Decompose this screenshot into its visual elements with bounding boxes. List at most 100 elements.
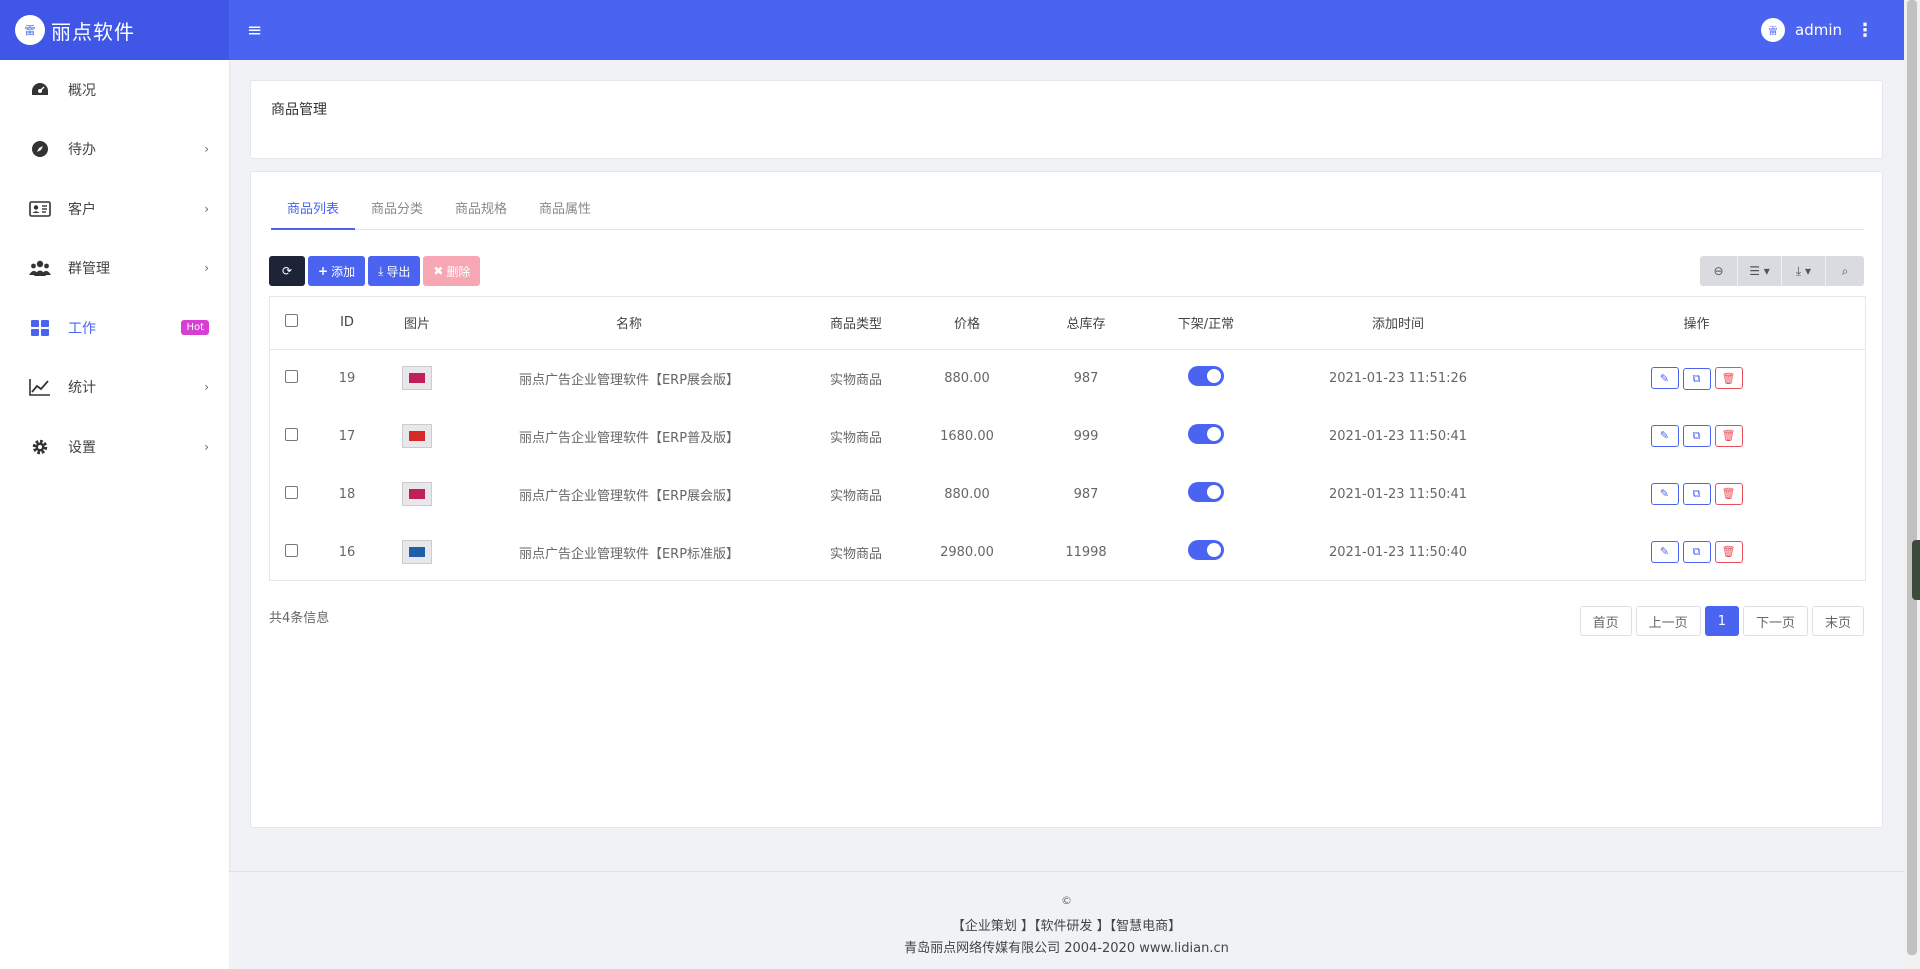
row-select-cell [270,465,312,523]
avatar[interactable]: 雷 [1761,18,1785,42]
row-checkbox[interactable] [284,485,298,499]
copy-icon[interactable]: ⧉ [1682,367,1711,390]
column-header-status[interactable]: 下架/正常 [1144,297,1268,350]
edit-icon[interactable]: ✎ [1650,540,1679,563]
cell-time: 2021-01-23 11:50:40 [1328,544,1468,560]
edit-icon[interactable]: ✎ [1650,424,1679,447]
thumbnail-mark [409,431,425,441]
refresh-button[interactable]: ⟳ [269,256,305,286]
sidebar-item-settings[interactable]: 设置 › [0,417,229,477]
prev-page-button[interactable]: 上一页 [1635,606,1701,636]
column-header-stock[interactable]: 总库存 [1028,297,1144,350]
sidebar-item-label: 工作 [68,320,96,337]
copy-icon[interactable]: ⧉ [1682,483,1711,506]
scrollbar-thumb[interactable] [1907,0,1917,955]
sidebar-item-overview[interactable]: 概况 [0,60,229,120]
cell-status [1144,349,1268,407]
copy-icon[interactable]: ⧉ [1682,541,1711,564]
page-number-button[interactable]: 1 [1704,606,1739,636]
page-scrollbar[interactable] [1904,0,1920,969]
trash-icon[interactable]: 🗑 [1714,540,1743,563]
column-header-type[interactable]: 商品类型 [806,297,906,350]
trash-icon[interactable]: 🗑 [1714,424,1743,447]
delete-button-label: 删除 [446,264,471,279]
table-header-row: ID 图片 名称 商品类型 价格 总库存 下架/正常 添加时间 操作 [270,297,1865,350]
cell-price: 880.00 [944,370,990,386]
row-checkbox[interactable] [284,427,298,441]
sidebar-item-customer[interactable]: 客户 › [0,179,229,239]
column-header-actions: 操作 [1528,297,1865,350]
sidebar-item-work[interactable]: 工作 Hot [0,298,229,358]
column-header-name[interactable]: 名称 [452,297,806,350]
cell-name: 丽点广告企业管理软件【ERP标准版】 [518,546,740,562]
line-chart-icon [29,376,51,398]
product-thumbnail[interactable] [402,366,432,391]
trash-icon[interactable]: 🗑 [1714,482,1743,505]
cell-actions: ✎ ⧉ 🗑 [1528,523,1865,581]
cell-actions: ✎ ⧉ 🗑 [1528,349,1865,407]
sidebar-item-todo[interactable]: 待办 › [0,120,229,180]
tab-product-list[interactable]: 商品列表 [271,190,356,230]
brand[interactable]: 雷 丽点软件 [0,0,229,60]
column-header-price[interactable]: 价格 [906,297,1028,350]
footer-company: 青岛丽点网络传媒有限公司 2004-2020 www.lidian.cn [904,941,1229,956]
select-all-checkbox[interactable] [284,314,298,328]
status-toggle[interactable] [1188,424,1224,444]
footer: © 【企业策划 】【软件研发 】【智慧电商】 青岛丽点网络传媒有限公司 2004… [229,871,1904,969]
group-icon [29,257,51,279]
first-page-button[interactable]: 首页 [1579,606,1632,636]
cell-name: 丽点广告企业管理软件【ERP展会版】 [518,488,740,504]
copy-icon[interactable]: ⧉ [1682,425,1711,448]
cell-name: 丽点广告企业管理软件【ERP展会版】 [518,372,740,388]
tab-product-attribute[interactable]: 商品属性 [523,190,607,230]
sidebar-item-label: 群管理 [68,261,110,278]
user-name[interactable]: admin [1795,21,1842,39]
grid-icon [29,317,51,339]
export-menu-button[interactable]: ⤓ ▾ [1782,256,1826,286]
column-header-time[interactable]: 添加时间 [1268,297,1528,350]
row-select-cell [270,407,312,465]
toggle-view-button[interactable]: ⊖ [1700,256,1738,286]
tab-product-spec[interactable]: 商品规格 [439,190,523,230]
top-bar: 雷 丽点软件 ≡ 雷 admin ⋮ [0,0,1904,60]
column-header-id[interactable]: ID [312,297,382,350]
tab-product-category[interactable]: 商品分类 [355,190,439,230]
brand-logo: 雷 [15,15,45,45]
edit-icon[interactable]: ✎ [1650,482,1679,505]
search-button[interactable]: ⌕ [1826,256,1864,286]
trash-icon[interactable]: 🗑 [1714,367,1743,389]
product-thumbnail[interactable] [402,424,432,448]
cell-type: 实物商品 [829,488,882,504]
add-button[interactable]: + 添加 [308,256,366,286]
user-menu[interactable]: 雷 admin ⋮ [1761,18,1904,42]
cell-stock: 999 [1073,428,1099,444]
last-page-button[interactable]: 末页 [1811,606,1864,636]
cell-actions: ✎ ⧉ 🗑 [1528,407,1865,465]
id-card-icon [29,198,51,220]
product-thumbnail[interactable] [402,540,432,564]
status-toggle[interactable] [1188,482,1224,502]
copyright-symbol: © [1061,894,1072,907]
menu-toggle-icon[interactable]: ≡ [247,20,262,41]
toggle-icon: ⊖ [1713,264,1724,278]
product-thumbnail[interactable] [402,482,432,506]
table-row: 19 丽点广告企业管理软件【ERP展会版】 实物商品 880.00 987 20… [270,349,1865,407]
status-toggle[interactable] [1188,366,1224,387]
sidebar-item-group[interactable]: 群管理 › [0,239,229,299]
export-button[interactable]: ⤓ 导出 [368,256,421,286]
next-page-button[interactable]: 下一页 [1742,606,1808,636]
thumbnail-mark [409,489,425,499]
row-checkbox[interactable] [284,543,298,557]
side-drawer-handle[interactable] [1912,540,1920,600]
edit-icon[interactable]: ✎ [1650,367,1679,389]
cell-id: 18 [338,486,356,502]
download-icon: ⤓ ▾ [1795,263,1812,278]
footer-links[interactable]: 【企业策划 】【软件研发 】【智慧电商】 [229,915,1904,934]
more-vertical-icon[interactable]: ⋮ [1856,20,1874,41]
delete-button[interactable]: ✖ 删除 [423,256,481,286]
row-checkbox[interactable] [284,369,298,383]
status-toggle[interactable] [1188,540,1224,560]
sidebar-item-stats[interactable]: 统计 › [0,358,229,418]
columns-button[interactable]: ☰ ▾ [1738,256,1782,286]
table-row: 16 丽点广告企业管理软件【ERP标准版】 实物商品 2980.00 11998… [270,523,1865,581]
